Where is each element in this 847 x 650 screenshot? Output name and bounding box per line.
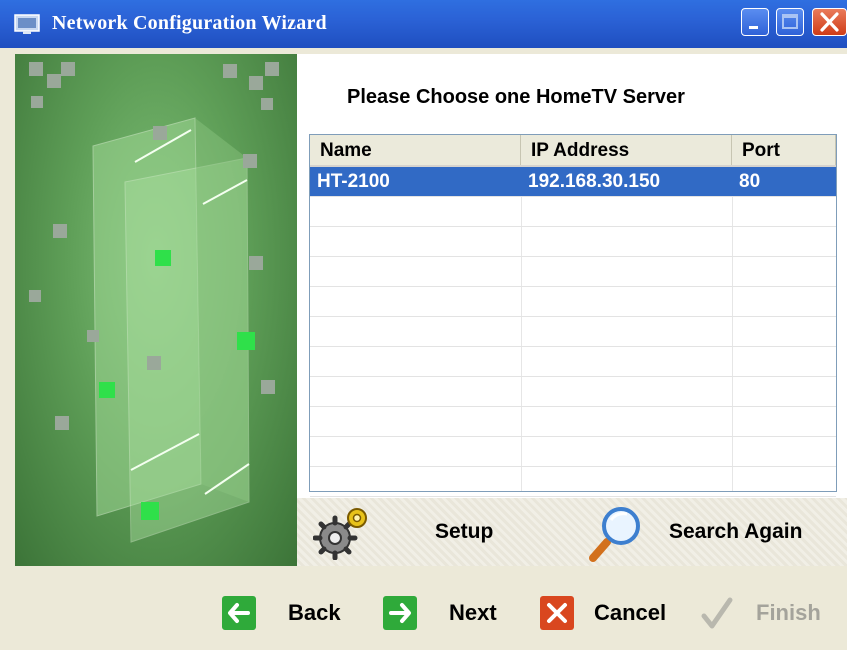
content-panel: Please Choose one HomeTV Server Name IP …: [297, 54, 847, 566]
next-label: Next: [449, 600, 497, 625]
column-header-name[interactable]: Name: [310, 135, 521, 165]
search-again-button[interactable]: Search Again: [587, 498, 845, 566]
title-bar[interactable]: Network Configuration Wizard: [0, 0, 847, 48]
action-bar: Setup Search Again: [297, 498, 847, 566]
window-app-icon: [14, 14, 40, 34]
finish-button[interactable]: Finish: [700, 592, 830, 634]
table-row-selected[interactable]: HT-2100 192.168.30.150 80: [310, 167, 836, 197]
close-icon: [820, 12, 839, 32]
gears-icon: [313, 508, 367, 560]
cancel-button[interactable]: Cancel: [540, 592, 680, 634]
close-button[interactable]: [812, 8, 847, 36]
finish-label: Finish: [756, 600, 821, 625]
column-header-ip-address[interactable]: IP Address: [521, 135, 732, 165]
back-label: Back: [288, 600, 341, 625]
cell-ip-address: 192.168.30.150: [528, 171, 661, 192]
setup-button[interactable]: Setup: [311, 498, 511, 566]
server-list[interactable]: Name IP Address Port HT-2100 192.168.30.…: [309, 134, 837, 497]
table-row-empty[interactable]: [310, 347, 836, 377]
table-row-empty[interactable]: [310, 467, 836, 497]
back-arrow-icon: [222, 596, 256, 630]
next-button[interactable]: Next: [383, 592, 513, 634]
column-header-port[interactable]: Port: [732, 135, 836, 165]
decorative-pillars-image: [29, 62, 279, 543]
finish-check-icon: [701, 597, 733, 629]
wizard-window: Network Configuration Wizard Please Choo…: [0, 0, 847, 650]
table-row-empty[interactable]: [310, 287, 836, 317]
table-row-empty[interactable]: [310, 407, 836, 437]
list-header: Name IP Address Port: [310, 135, 836, 167]
table-row-empty[interactable]: [310, 197, 836, 227]
minimize-icon: [749, 26, 758, 29]
table-row-empty[interactable]: [310, 317, 836, 347]
next-arrow-icon: [383, 596, 417, 630]
cell-port: 80: [739, 171, 761, 192]
table-row-empty[interactable]: [310, 257, 836, 287]
minimize-button[interactable]: [741, 8, 769, 36]
table-row-empty[interactable]: [310, 437, 836, 467]
cancel-label: Cancel: [594, 600, 667, 625]
table-row-empty[interactable]: [310, 227, 836, 257]
magnifier-icon: [589, 507, 640, 562]
back-button[interactable]: Back: [222, 592, 352, 634]
maximize-button[interactable]: [776, 8, 804, 36]
wizard-side-graphic: [15, 54, 297, 566]
setup-label: Setup: [435, 520, 494, 543]
table-row-empty[interactable]: [310, 377, 836, 407]
search-again-label: Search Again: [669, 520, 803, 543]
page-heading: Please Choose one HomeTV Server: [347, 86, 685, 108]
maximize-icon: [782, 14, 798, 29]
cell-name: HT-2100: [317, 171, 390, 192]
window-title: Network Configuration Wizard: [52, 12, 327, 34]
cancel-x-icon: [540, 596, 574, 630]
navigation-bar: Back Next Cancel Finish: [0, 566, 847, 650]
